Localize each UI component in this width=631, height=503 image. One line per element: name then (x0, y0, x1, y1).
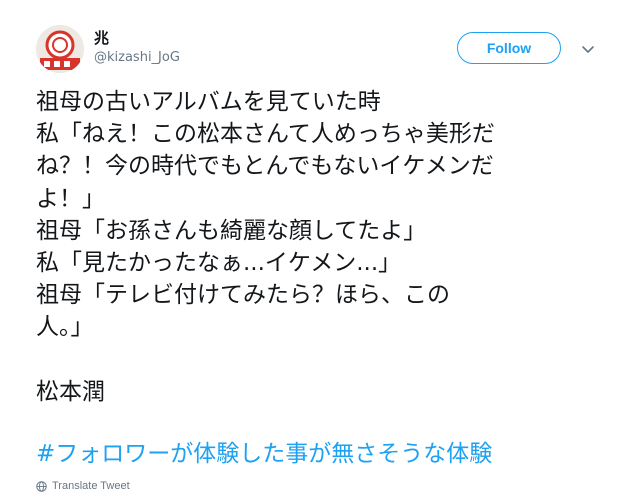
tweet-text-line: ね？！今の時代でもとんでもないイケメンだ (36, 153, 494, 180)
follow-button[interactable]: Follow (457, 32, 561, 64)
translate-label: Translate Tweet (52, 480, 130, 492)
tweet: 兆 @kizashi_JoG Follow 祖母の古いアルバムを見ていた時 私「… (0, 0, 631, 503)
tweet-text-line: 祖母の古いアルバムを見ていた時 (36, 89, 381, 115)
display-name[interactable]: 兆 (94, 29, 109, 47)
tweet-text-line: 祖母「お孫さんも綺麗な顔してたよ」 (36, 217, 427, 244)
hashtag-link[interactable]: #フォロワーが体験した事が無さそうな体験 (36, 438, 492, 470)
tweet-text-line: 祖母「テレビ付けてみたら？ほら、この (36, 282, 450, 309)
tweet-text-line (36, 344, 596, 376)
translate-tweet-link[interactable]: Translate Tweet (36, 480, 130, 492)
user-handle[interactable]: @kizashi_JoG (94, 50, 180, 66)
tweet-text-line: 人。」 (36, 314, 94, 341)
tweet-text: 祖母の古いアルバムを見ていた時 私「ねえ！この松本さんて人めっちゃ美形だ ね？！… (36, 86, 596, 408)
globe-icon (36, 480, 47, 492)
tweet-text-line: 私「見たかったなぁ...イケメン...」 (36, 249, 402, 276)
avatar[interactable] (36, 25, 84, 73)
tweet-text-line: よ！」 (36, 185, 105, 212)
chevron-down-icon[interactable] (580, 41, 596, 57)
tweet-text-line: 松本潤 (36, 378, 105, 405)
avatar-image (36, 25, 84, 73)
tweet-text-line: 私「ねえ！この松本さんて人めっちゃ美形だ (36, 121, 495, 148)
